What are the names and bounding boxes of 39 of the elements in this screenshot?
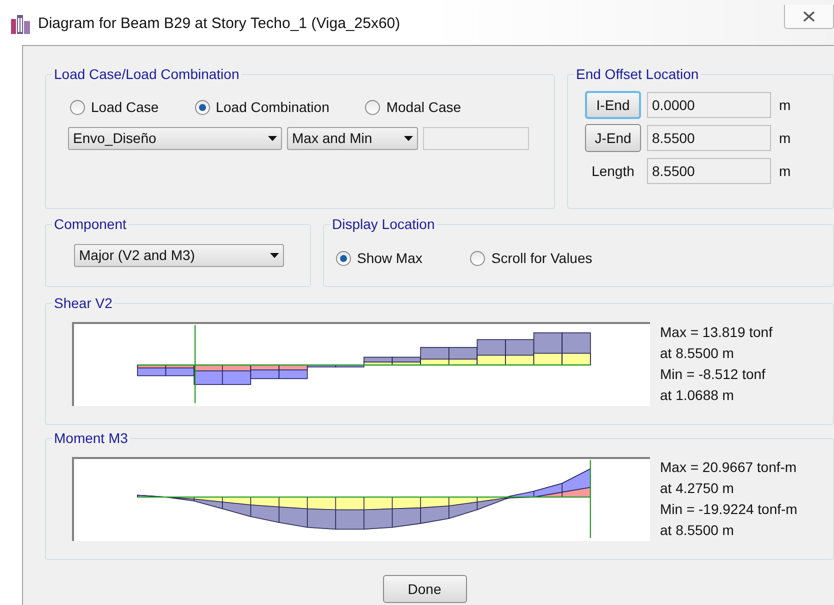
radio-label: Show Max — [357, 249, 422, 268]
radio-label: Load Case — [91, 98, 159, 117]
dropdown[interactable]: Envo_Diseño — [68, 127, 282, 150]
done-button[interactable]: Done — [382, 575, 466, 603]
length-label: Length — [590, 162, 636, 181]
offset-field[interactable]: 8.5500 — [647, 125, 771, 151]
readout-text: Min = -19.9224 tonf-m — [660, 500, 798, 519]
dropdown[interactable]: Max and Min — [287, 127, 418, 150]
building-icon — [10, 14, 32, 34]
caret-icon — [268, 136, 277, 141]
caret-icon — [404, 136, 413, 141]
offset-field[interactable]: 8.5500 — [647, 158, 771, 184]
radio-label: Load Combination — [216, 98, 330, 117]
caret-icon — [270, 253, 279, 258]
readout-text: Min = -8.512 tonf — [660, 365, 766, 384]
dropdown[interactable]: Major (V2 and M3) — [74, 244, 284, 267]
readout-text: at 8.5500 m — [660, 344, 735, 363]
input-field[interactable] — [423, 127, 529, 150]
radio-label: Modal Case — [386, 98, 462, 117]
readout-text: Max = 13.819 tonf — [660, 323, 772, 342]
readout-text: at 8.5500 m — [660, 521, 735, 540]
close-icon — [803, 11, 815, 22]
unit-label: m — [779, 162, 791, 180]
readout-text: at 1.0688 m — [660, 386, 735, 405]
radio-label: Scroll for Values — [491, 249, 592, 268]
offset-button[interactable]: J-End — [585, 124, 641, 152]
unit-label: m — [779, 128, 791, 148]
offset-field[interactable]: 0.0000 — [647, 92, 771, 118]
radio-button[interactable] — [194, 100, 210, 115]
radio-button[interactable] — [336, 251, 351, 266]
radio-button[interactable] — [470, 251, 486, 266]
radio-button[interactable] — [365, 100, 380, 115]
radio-button[interactable] — [70, 100, 85, 115]
window-title: Diagram for Beam B29 at Story Techo_1 (Viga_25x60) — [38, 14, 400, 34]
unit-label: m — [779, 96, 791, 114]
readout-text: at 4.2750 m — [660, 479, 735, 498]
offset-button[interactable]: I-End — [585, 91, 641, 119]
readout-text: Max = 20.9667 tonf-m — [660, 458, 798, 477]
close-button[interactable] — [784, 5, 834, 29]
